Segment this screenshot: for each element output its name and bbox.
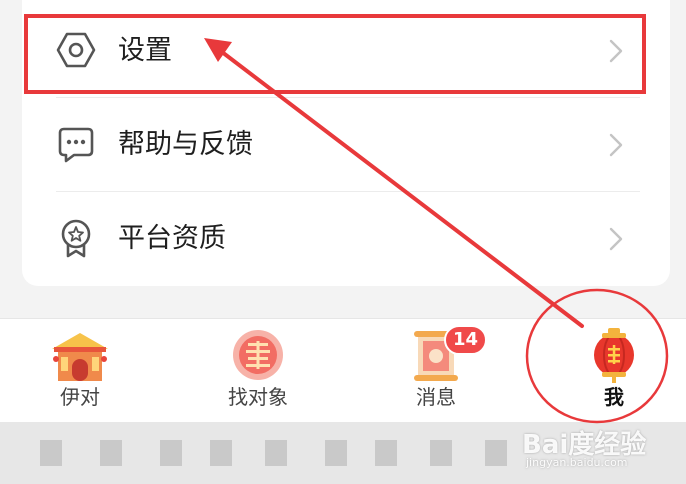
platform-qualification-row[interactable]: 平台资质 [22,192,670,286]
blurred-block [100,440,122,466]
settings-label: 设置 [118,35,172,66]
tab-label: 找对象 [228,385,288,409]
double-happiness-icon [233,330,283,380]
blurred-block [485,440,507,466]
blurred-block [430,440,452,466]
help-feedback-label: 帮助与反馈 [118,129,253,160]
bottom-tab-bar: 伊对 找对象 14 消息 我 [0,318,686,422]
settings-card: 设置 帮助与反馈 平台资质 [22,0,670,286]
blurred-block [210,440,232,466]
hexagon-gear-icon [56,32,96,68]
tab-me[interactable]: 我 [554,319,674,423]
tab-label: 伊对 [60,385,100,409]
blurred-block [265,440,287,466]
blurred-block [325,440,347,466]
lantern-icon [594,328,634,383]
platform-qualification-label: 平台资质 [118,223,226,254]
settings-row[interactable]: 设置 [22,4,670,98]
blurred-block [40,440,62,466]
baidu-jingyan-watermark: Bai度经验 jingyan.baidu.com [522,424,662,474]
tab-yidui[interactable]: 伊对 [20,319,140,423]
blurred-block [160,440,182,466]
unread-count-badge: 14 [444,325,488,355]
tab-messages[interactable]: 14 消息 [376,319,496,423]
tab-find-partner[interactable]: 找对象 [198,319,318,423]
tab-label: 消息 [416,385,456,409]
tab-label: 我 [604,385,624,409]
help-feedback-row[interactable]: 帮助与反馈 [22,98,670,192]
award-badge-icon [61,219,91,258]
chevron-right-icon [609,39,623,63]
blurred-block [375,440,397,466]
chat-bubble-icon [58,127,94,163]
chevron-right-icon [609,133,623,157]
watermark-url: jingyan.baidu.com [526,456,628,469]
chevron-right-icon [609,227,623,251]
temple-icon [52,333,108,381]
